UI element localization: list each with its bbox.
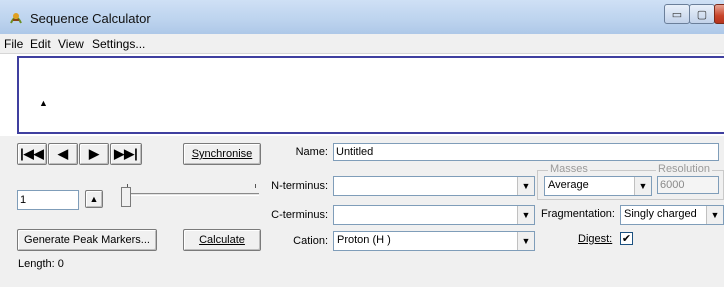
sequence-display[interactable]: ▲ [17, 56, 724, 134]
cation-select[interactable]: Proton (H ) ▼ [333, 231, 535, 251]
cursor-marker-icon: ▲ [39, 98, 48, 108]
menu-settings[interactable]: Settings... [92, 37, 145, 51]
calculate-label: Calculate [199, 234, 245, 246]
n-terminus-select[interactable]: ▼ [333, 176, 535, 196]
minimize-icon: ▭ [671, 8, 683, 21]
chevron-down-icon: ▼ [517, 232, 534, 250]
resolution-label: Resolution [656, 163, 712, 175]
maximize-button[interactable]: ▢ [689, 4, 715, 24]
c-terminus-select[interactable]: ▼ [333, 205, 535, 225]
maximize-icon: ▢ [696, 8, 708, 21]
fragmentation-label: Fragmentation: [541, 208, 615, 220]
digest-label: Digest: [578, 233, 613, 245]
control-panel: |◀◀ ◀ ▶ ▶▶| Synchronise 1 ▲ Generate Pea… [0, 136, 724, 287]
masses-select[interactable]: Average ▼ [544, 176, 652, 196]
position-input[interactable]: 1 [17, 190, 79, 210]
next-button[interactable]: ▶ [79, 143, 109, 165]
menu-file[interactable]: File [4, 37, 23, 51]
skip-last-icon: ▶▶| [114, 146, 138, 161]
first-button[interactable]: |◀◀ [17, 143, 47, 165]
synchronise-label: Synchronise [191, 148, 253, 160]
title-bar: Sequence Calculator ▭ ▢ X [0, 0, 724, 34]
slider-tick-end [255, 184, 256, 188]
chevron-down-icon: ▼ [706, 206, 723, 224]
fragmentation-select[interactable]: Singly charged ▼ [620, 205, 724, 225]
resolution-input[interactable]: 6000 [657, 176, 719, 194]
slider-track [123, 193, 259, 196]
minimize-button[interactable]: ▭ [664, 4, 690, 24]
menu-view[interactable]: View [58, 37, 84, 51]
generate-peak-markers-button[interactable]: Generate Peak Markers... [17, 229, 157, 251]
name-input[interactable]: Untitled [333, 143, 719, 161]
spin-up-icon: ▲ [89, 194, 99, 204]
digest-checkbox[interactable]: ✔ [620, 232, 633, 245]
position-slider[interactable] [115, 179, 260, 209]
generate-label: Generate Peak Markers... [24, 234, 150, 246]
position-spin-button[interactable]: ▲ [85, 190, 103, 208]
skip-first-icon: |◀◀ [20, 146, 44, 161]
masses-legend: Masses [548, 163, 590, 175]
name-label: Name: [295, 146, 328, 158]
window-title: Sequence Calculator [30, 11, 151, 26]
n-terminus-label: N-terminus: [271, 180, 328, 192]
fragmentation-value: Singly charged [624, 208, 697, 220]
checkmark-icon: ✔ [621, 233, 632, 245]
app-icon [10, 13, 22, 24]
calculate-button[interactable]: Calculate [183, 229, 261, 251]
synchronise-button[interactable]: Synchronise [183, 143, 261, 165]
chevron-down-icon: ▼ [517, 206, 534, 224]
cation-value: Proton (H ) [337, 234, 391, 246]
menu-bar: File Edit View Settings... [0, 34, 724, 54]
slider-thumb[interactable] [121, 187, 131, 207]
close-button[interactable]: X [714, 4, 724, 24]
last-button[interactable]: ▶▶| [110, 143, 142, 165]
chevron-down-icon: ▼ [634, 177, 651, 195]
arrow-left-icon: ◀ [58, 146, 68, 161]
chevron-down-icon: ▼ [517, 177, 534, 195]
cation-label: Cation: [293, 235, 328, 247]
length-status: Length: 0 [18, 258, 64, 270]
menu-edit[interactable]: Edit [30, 37, 51, 51]
previous-button[interactable]: ◀ [48, 143, 78, 165]
masses-value: Average [548, 179, 589, 191]
c-terminus-label: C-terminus: [271, 209, 328, 221]
arrow-right-icon: ▶ [89, 146, 99, 161]
